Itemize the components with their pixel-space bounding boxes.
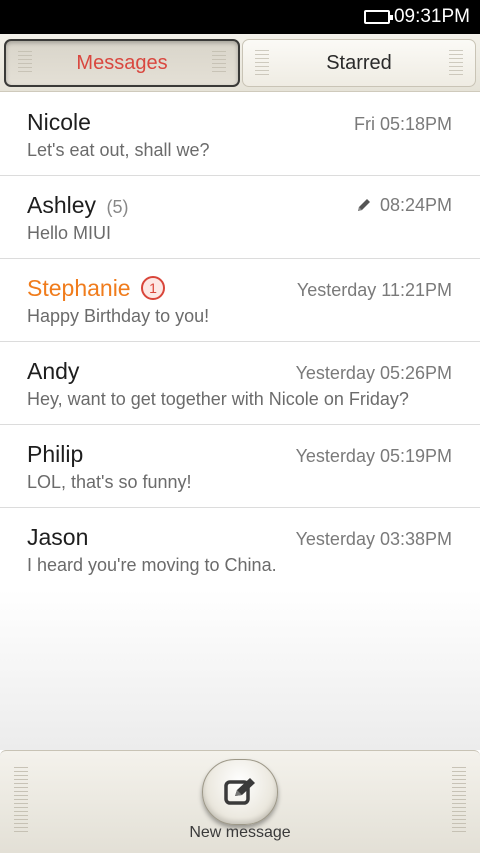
- message-snippet: LOL, that's so funny!: [27, 472, 192, 492]
- contact-name: Ashley: [27, 192, 97, 218]
- tab-starred-label: Starred: [326, 51, 392, 74]
- compose-icon: [224, 778, 255, 805]
- message-time-wrap: 08:24PM: [356, 195, 452, 216]
- grip-decoration: [212, 51, 226, 75]
- contact-name: Jason: [27, 524, 89, 550]
- message-snippet: Let's eat out, shall we?: [27, 140, 210, 160]
- conversation-list: Nicole Fri 05:18PM Let's eat out, shall …: [0, 93, 480, 591]
- battery-icon: [363, 10, 393, 24]
- grip-decoration: [18, 51, 32, 75]
- new-message-button[interactable]: [202, 759, 278, 825]
- conversation-row-philip[interactable]: Philip Yesterday 05:19PM LOL, that's so …: [0, 425, 480, 508]
- list-empty-area: [0, 590, 480, 750]
- draft-pencil-icon: [357, 199, 370, 211]
- message-time: Yesterday 05:19PM: [295, 446, 452, 466]
- tab-messages[interactable]: Messages: [4, 39, 240, 87]
- status-time: 09:31PM: [393, 6, 470, 27]
- message-time: Yesterday 03:38PM: [295, 529, 452, 549]
- conversation-row-andy[interactable]: Andy Yesterday 05:26PM Hey, want to get …: [0, 342, 480, 425]
- tab-messages-label: Messages: [76, 51, 168, 74]
- message-snippet: I heard you're moving to China.: [27, 555, 277, 575]
- conversation-row-stephanie[interactable]: Stephanie 1 Yesterday 11:21PM Happy Birt…: [0, 259, 480, 342]
- contact-name: Andy: [27, 358, 80, 384]
- message-snippet: Happy Birthday to you!: [27, 306, 210, 326]
- tab-bar: Messages Starred: [0, 34, 480, 92]
- message-time: Yesterday 11:21PM: [296, 280, 452, 300]
- contact-name: Philip: [27, 441, 84, 467]
- status-bar: 09:31PM: [0, 0, 480, 34]
- conversation-row-jason[interactable]: Jason Yesterday 03:38PM I heard you're m…: [0, 508, 480, 591]
- new-message-label: New message: [189, 824, 291, 841]
- grip-decoration: [449, 50, 463, 76]
- tab-starred[interactable]: Starred: [242, 39, 476, 87]
- conversation-row-nicole[interactable]: Nicole Fri 05:18PM Let's eat out, shall …: [0, 93, 480, 176]
- message-snippet: Hey, want to get together with Nicole on…: [27, 389, 409, 409]
- message-time: Yesterday 05:26PM: [295, 363, 452, 383]
- message-snippet: Hello MIUI: [27, 223, 112, 243]
- contact-name: Nicole: [27, 109, 91, 135]
- message-count: (5): [106, 197, 129, 217]
- unread-badge: 1: [141, 276, 166, 300]
- conversation-row-ashley[interactable]: Ashley (5) 08:24PM Hello MIUI: [0, 176, 480, 259]
- grip-decoration: [255, 50, 269, 76]
- contact-name: Stephanie: [27, 275, 131, 301]
- message-time: Fri 05:18PM: [353, 114, 452, 134]
- message-time: 08:24PM: [379, 194, 452, 215]
